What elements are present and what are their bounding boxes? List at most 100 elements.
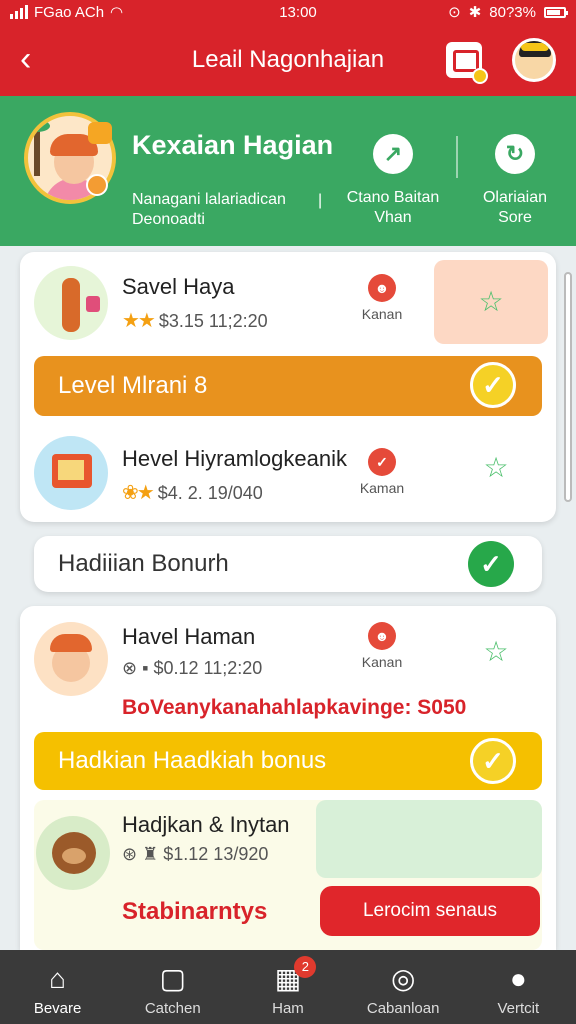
subtitle-divider: | xyxy=(318,192,323,209)
notification-dot xyxy=(472,68,488,84)
check-icon[interactable]: ✓ xyxy=(470,362,516,408)
mini-label: Kaman xyxy=(359,480,405,496)
character-figure xyxy=(62,278,80,332)
mini-label: Kanan xyxy=(361,654,403,670)
clock-icon: ⊗ xyxy=(122,658,138,678)
box-thumbnail xyxy=(34,436,108,510)
face-icon: ☻ xyxy=(368,622,396,650)
refresh-icon: ↻ xyxy=(495,134,535,174)
star-icon[interactable]: ☆ xyxy=(466,448,526,488)
character-prop xyxy=(86,296,100,312)
check-icon[interactable]: ✓ xyxy=(470,738,516,784)
check-circle-icon[interactable]: ✓ xyxy=(468,541,514,587)
action-compass-label-line1: Ctano Baitan xyxy=(346,189,440,206)
action-compass-label-line2: Vhan xyxy=(374,209,412,226)
chat-bubble-icon xyxy=(88,122,112,144)
item-meta: ⊗ ▪ $0.12 11;2:20 xyxy=(122,658,262,679)
nav-label: Catchen xyxy=(144,1000,201,1017)
face-icon: ☻ xyxy=(368,274,396,302)
mini-action[interactable]: ✓ Kaman xyxy=(352,448,412,496)
action-compass-label: Ctano Baitan Vhan xyxy=(338,188,448,228)
badge-icon xyxy=(86,174,108,196)
item-price: $3.15 11;2:20 xyxy=(158,311,268,331)
nav-chat[interactable]: ◎ Cabanloan xyxy=(346,950,461,1024)
wifi-icon: ◠ xyxy=(110,4,124,21)
lock-icon: ▪ xyxy=(142,658,149,678)
nav-label: Cabanloan xyxy=(366,1000,440,1017)
profile-subtitle-line2: Deonoadti xyxy=(132,211,205,228)
profile-subtitle: Nanagani lalariadican Deonoadti xyxy=(132,190,332,230)
star-icon[interactable]: ☆ xyxy=(434,260,548,344)
rating-stars: ★★ xyxy=(122,310,156,332)
divider xyxy=(456,136,458,178)
nav-label: Ham xyxy=(272,1000,304,1017)
user-icon: ● xyxy=(509,963,527,994)
item-meta: ❀★ $4. 2. 19/040 xyxy=(122,480,263,505)
coin-icon: ⊛ xyxy=(122,844,138,864)
item-title: Savel Haya xyxy=(122,274,235,299)
character-hair xyxy=(50,634,92,652)
item-meta: ★★ $3.15 11;2:20 xyxy=(122,308,268,333)
action-refresh-label-line2: Sore xyxy=(498,209,532,226)
app-bar: ‹ Leail Nagonhajian xyxy=(0,24,576,96)
bear-snout xyxy=(62,848,86,864)
chat-icon: ◎ xyxy=(390,963,416,994)
item-meta: ⊛ ♜ $1.12 13/920 xyxy=(122,844,268,865)
highlight-panel xyxy=(316,800,542,878)
character-thumbnail xyxy=(34,622,108,696)
item-price: $1.12 13/920 xyxy=(163,844,269,864)
profile-header: Kexaian Hagian Nanagani lalariadican Deo… xyxy=(0,96,576,246)
signal-icon xyxy=(10,5,28,19)
level-card: Savel Haya ★★ $3.15 11;2:20 ☻ Kanan ☆ Le… xyxy=(20,252,556,522)
mini-action[interactable]: ☻ Kanan xyxy=(352,274,412,322)
nav-grid[interactable]: ▦ 2 Ham xyxy=(230,950,345,1024)
bear-thumbnail xyxy=(36,816,110,890)
nav-calendar[interactable]: ▢ Catchen xyxy=(115,950,230,1024)
compass-icon: ↗ xyxy=(373,134,413,174)
status-label: Stabinarntys xyxy=(122,898,268,925)
avatar[interactable] xyxy=(512,38,556,82)
nav-label: Bevare xyxy=(33,1000,82,1017)
notification-badge: 2 xyxy=(294,956,317,978)
home-icon: ⌂ xyxy=(49,963,67,994)
star-icon[interactable]: ☆ xyxy=(466,632,526,672)
battery-percent: 80?3% xyxy=(489,3,536,21)
level-banner[interactable]: Level Mlrani 8 xyxy=(34,356,542,416)
scrollbar[interactable] xyxy=(564,272,572,502)
palm-tree-icon xyxy=(28,120,50,176)
action-refresh[interactable]: ↻ Olariaian Sore xyxy=(460,134,570,228)
promo-text: BoVeanykanahahlapkavinge: S050 xyxy=(122,696,467,719)
item-title: Havel Haman xyxy=(122,624,256,649)
item-price: $0.12 11;2:20 xyxy=(153,658,263,678)
carrier-label: FGao ACh xyxy=(34,3,105,21)
item-price: $4. 2. 19/040 xyxy=(157,483,263,503)
calendar-icon: ▢ xyxy=(159,963,187,994)
chevron-left-icon[interactable]: ‹ xyxy=(20,42,56,78)
mini-action[interactable]: ☻ Kanan xyxy=(352,622,412,670)
item-title: Hevel Hiyramlogkeanik xyxy=(122,446,347,471)
map-pin-icon: ✓ xyxy=(368,448,396,476)
mini-label: Kanan xyxy=(361,306,403,322)
nav-label: Vertcit xyxy=(497,1000,540,1017)
bonus-row[interactable]: Hadiiian Bonurh ✓ xyxy=(34,536,542,592)
trophy-icon: ♜ xyxy=(142,844,159,864)
claim-bonus-button[interactable]: Lerocim senaus xyxy=(320,886,540,936)
bluetooth-icon: ✱ xyxy=(468,4,482,21)
character-thumbnail xyxy=(34,266,108,340)
profile-name: Kexaian Hagian xyxy=(132,130,334,160)
box-label xyxy=(58,460,84,480)
clipboard-icon[interactable] xyxy=(446,42,488,84)
battery-icon xyxy=(544,6,568,18)
level-banner-label: Level Mlrani 8 xyxy=(58,372,208,399)
action-compass[interactable]: ↗ Ctano Baitan Vhan xyxy=(338,134,448,228)
bonus-label: Hadiiian Bonurh xyxy=(58,550,229,577)
item-title: Hadjkan & Inytan xyxy=(122,812,290,837)
action-refresh-label-line1: Olariaian xyxy=(482,189,548,206)
nav-home[interactable]: ⌂ Bevare xyxy=(0,950,115,1024)
status-bar: FGao ACh ◠ 13:00 ⊙ ✱ 80?3% xyxy=(0,0,576,24)
nav-profile[interactable]: ● Vertcit xyxy=(461,950,576,1024)
profile-subtitle-line1: Nanagani lalariadican xyxy=(132,191,286,208)
bonus-banner[interactable]: Hadkian Haadkiah bonus xyxy=(34,732,542,790)
rating-stars: ❀★ xyxy=(122,482,155,504)
action-refresh-label: Olariaian Sore xyxy=(460,188,570,228)
